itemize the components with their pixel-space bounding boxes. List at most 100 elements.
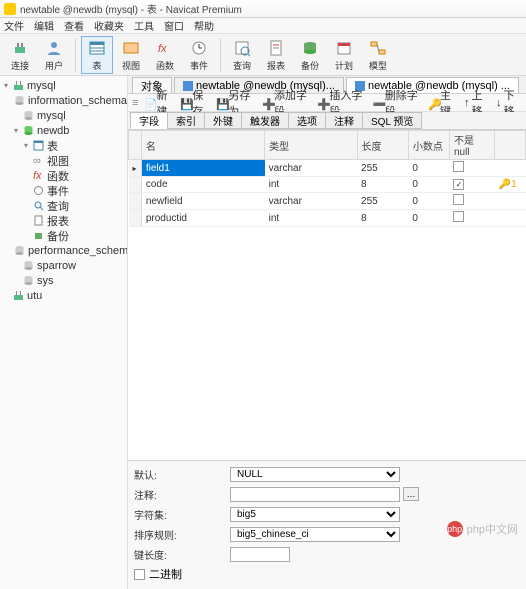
cell-decimals[interactable]: 0 [408, 193, 449, 210]
query-icon [32, 200, 44, 212]
field-row[interactable]: field1varchar2550 [129, 160, 526, 177]
tree-utu[interactable]: utu [0, 288, 127, 303]
row-indicator [129, 160, 142, 177]
menu-window[interactable]: 窗口 [164, 18, 184, 33]
toolbar-backup-button[interactable]: 备份 [294, 36, 326, 74]
col-decimals[interactable]: 小数点 [408, 131, 449, 160]
minus-icon: ➖ [373, 98, 383, 108]
cell-decimals[interactable]: 0 [408, 210, 449, 227]
col-type[interactable]: 类型 [265, 131, 357, 160]
field-row[interactable]: productidint80 [129, 210, 526, 227]
tree-information_schema[interactable]: information_schema [0, 93, 127, 108]
row-indicator [129, 193, 142, 210]
cell-name[interactable]: field1 [141, 160, 264, 177]
report-icon [32, 215, 44, 227]
cell-key[interactable] [495, 210, 526, 227]
default-select[interactable]: NULL [230, 467, 400, 482]
cell-key[interactable] [495, 193, 526, 210]
tree-表[interactable]: ▾表 [0, 138, 127, 153]
cell-length[interactable]: 255 [357, 160, 408, 177]
subtab-0[interactable]: 字段 [130, 112, 168, 129]
toolbar-model-button[interactable]: 模型 [362, 36, 394, 74]
cell-name[interactable]: productid [141, 210, 264, 227]
default-label: 默认: [134, 467, 230, 482]
comment-expand-button[interactable]: … [403, 487, 419, 501]
cell-length[interactable]: 8 [357, 177, 408, 193]
tree-sparrow[interactable]: sparrow [0, 258, 127, 273]
toolbar-schedule-button[interactable]: 计划 [328, 36, 360, 74]
notnull-checkbox[interactable] [453, 161, 464, 172]
col-notnull[interactable]: 不是 null [449, 131, 494, 160]
tree-performance_schema[interactable]: performance_schema [0, 243, 127, 258]
cell-name[interactable]: newfield [141, 193, 264, 210]
menu-view[interactable]: 查看 [64, 18, 84, 33]
svg-text:fx: fx [158, 43, 167, 55]
notnull-checkbox[interactable] [453, 179, 464, 190]
cell-notnull[interactable] [449, 210, 494, 227]
cell-length[interactable]: 255 [357, 193, 408, 210]
row-indicator [129, 210, 142, 227]
col-length[interactable]: 长度 [357, 131, 408, 160]
toolbar-report-button[interactable]: 报表 [260, 36, 292, 74]
toolbar-clock-button[interactable]: 事件 [183, 36, 215, 74]
menu-help[interactable]: 帮助 [194, 18, 214, 33]
cell-key[interactable] [495, 160, 526, 177]
tree-函数[interactable]: fx函数 [0, 168, 127, 183]
toolbar-user-button[interactable]: 用户 [38, 36, 70, 74]
toolbar-fx-button[interactable]: fx函数 [149, 36, 181, 74]
subtab-4[interactable]: 选项 [288, 112, 326, 129]
binary-checkbox[interactable] [134, 569, 145, 580]
menu-tools[interactable]: 工具 [134, 18, 154, 33]
tree-查询[interactable]: 查询 [0, 198, 127, 213]
menu-file[interactable]: 文件 [4, 18, 24, 33]
cell-length[interactable]: 8 [357, 210, 408, 227]
toolbar-plug-button[interactable]: 连接 [4, 36, 36, 74]
db-icon [14, 95, 25, 107]
tree-备份[interactable]: 备份 [0, 228, 127, 243]
tree-newdb[interactable]: ▾newdb [0, 123, 127, 138]
notnull-checkbox[interactable] [453, 194, 464, 205]
user-icon [44, 38, 64, 58]
tree-sys[interactable]: sys [0, 273, 127, 288]
tree-mysql[interactable]: mysql [0, 108, 127, 123]
subtab-3[interactable]: 触发器 [241, 112, 289, 129]
field-row[interactable]: codeint80 🔑1 [129, 177, 526, 193]
cell-notnull[interactable] [449, 193, 494, 210]
subtab-1[interactable]: 索引 [167, 112, 205, 129]
menu-edit[interactable]: 编辑 [34, 18, 54, 33]
subtab-2[interactable]: 外键 [204, 112, 242, 129]
subtab-5[interactable]: 注释 [325, 112, 363, 129]
col-key[interactable] [495, 131, 526, 160]
charset-select[interactable]: big5 [230, 507, 400, 522]
tree-mysql[interactable]: ▾mysql [0, 78, 127, 93]
tree-视图[interactable]: ∞视图 [0, 153, 127, 168]
toolbar-table-button[interactable]: 表 [81, 36, 113, 74]
comment-input[interactable] [230, 487, 400, 502]
cell-type[interactable]: varchar [265, 160, 357, 177]
tree-报表[interactable]: 报表 [0, 213, 127, 228]
cell-decimals[interactable]: 0 [408, 160, 449, 177]
menu-favorites[interactable]: 收藏夹 [94, 18, 124, 33]
collate-select[interactable]: big5_chinese_ci [230, 527, 400, 542]
cell-type[interactable]: varchar [265, 193, 357, 210]
new-icon: 📄 [144, 98, 154, 108]
keylen-input[interactable] [230, 547, 290, 562]
db-icon [14, 245, 25, 257]
notnull-checkbox[interactable] [453, 211, 464, 222]
col-name[interactable]: 名 [141, 131, 264, 160]
cell-type[interactable]: int [265, 177, 357, 193]
cell-decimals[interactable]: 0 [408, 177, 449, 193]
cell-notnull[interactable] [449, 160, 494, 177]
field-row[interactable]: newfieldvarchar2550 [129, 193, 526, 210]
tree-事件[interactable]: 事件 [0, 183, 127, 198]
cell-key[interactable]: 🔑1 [495, 177, 526, 193]
subtab-6[interactable]: SQL 预览 [362, 112, 422, 129]
row-header [129, 131, 142, 160]
toolbar-view-button[interactable]: 视图 [115, 36, 147, 74]
cell-notnull[interactable] [449, 177, 494, 193]
toolbar-query-button[interactable]: 查询 [226, 36, 258, 74]
cell-type[interactable]: int [265, 210, 357, 227]
table-icon [32, 140, 44, 152]
cell-name[interactable]: code [141, 177, 264, 193]
fields-grid[interactable]: 名 类型 长度 小数点 不是 null field1varchar2550cod… [128, 130, 526, 460]
